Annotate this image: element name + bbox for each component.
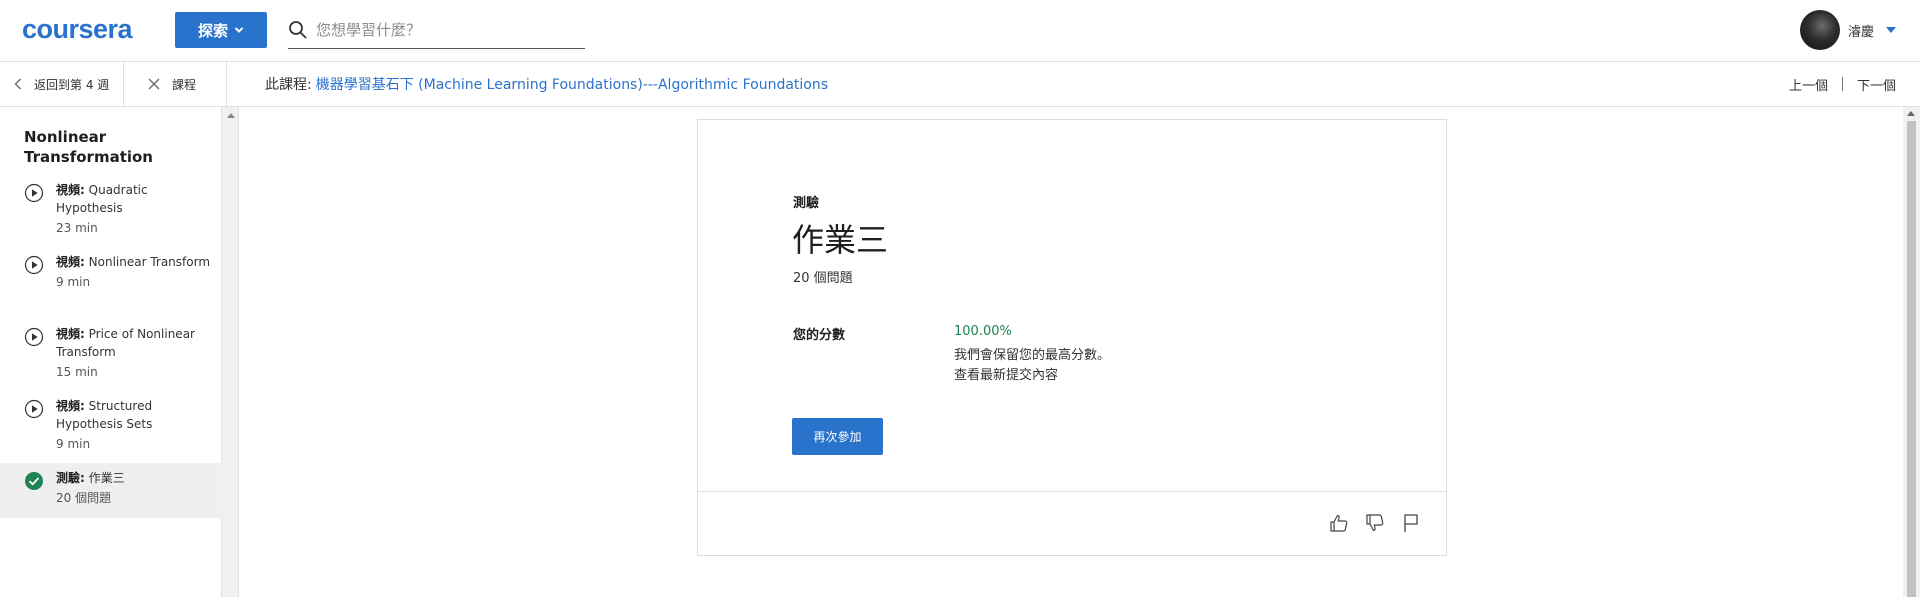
- previous-item-link[interactable]: 上一個: [1789, 75, 1828, 94]
- caret-down-icon: [1886, 27, 1896, 33]
- item-title: Nonlinear Transform: [88, 255, 211, 269]
- explore-button[interactable]: 探索: [175, 12, 267, 48]
- flag-icon[interactable]: [1400, 512, 1422, 534]
- module-sidebar: Nonlinear Transformation 視頻: Quadratic H…: [0, 107, 222, 597]
- avatar[interactable]: [1799, 10, 1840, 50]
- back-to-week-button[interactable]: 返回到第 4 週: [0, 62, 124, 106]
- pager: 上一個 下一個: [1789, 62, 1896, 106]
- pager-divider: [1841, 77, 1843, 91]
- score-note: 我們會保留您的最高分數。: [954, 348, 1111, 363]
- thumbs-down-icon[interactable]: [1364, 512, 1386, 534]
- item-meta: 15 min: [56, 365, 98, 379]
- scroll-up-arrow-icon[interactable]: [1907, 111, 1915, 116]
- quiz-title: 作業三: [792, 221, 889, 259]
- user-menu[interactable]: 濬慶: [1799, 9, 1896, 51]
- close-label: 課程: [172, 77, 197, 92]
- item-kind: 視頻:: [56, 327, 85, 341]
- sidebar-item-price-of-nonlinear-transform[interactable]: 視頻: Price of Nonlinear Transform 15 min: [0, 319, 222, 391]
- feedback-actions: [1328, 512, 1422, 534]
- play-circle-icon: [24, 399, 44, 419]
- thumbs-up-icon[interactable]: [1328, 512, 1350, 534]
- play-circle-icon: [24, 183, 44, 203]
- view-submission-link[interactable]: 查看最新提交內容: [954, 364, 1058, 383]
- coursera-logo[interactable]: coursera: [22, 14, 133, 44]
- module-item-list: 視頻: Quadratic Hypothesis 23 min 視頻: Nonl…: [0, 175, 222, 518]
- next-item-link[interactable]: 下一個: [1857, 75, 1896, 94]
- play-circle-icon: [24, 327, 44, 347]
- sidebar-scrollbar[interactable]: [222, 107, 239, 597]
- sidebar-item-quadratic-hypothesis[interactable]: 視頻: Quadratic Hypothesis 23 min: [0, 175, 222, 247]
- course-prefix: 此課程:: [265, 77, 312, 93]
- quiz-card: 測驗 作業三 20 個問題 您的分數 100.00% 我們會保留您的最高分數。 …: [697, 119, 1447, 556]
- item-kind: 測驗:: [56, 471, 85, 485]
- sidebar-item-quiz-homework-3[interactable]: 測驗: 作業三 20 個問題: [0, 463, 222, 518]
- score-label: 您的分數: [793, 328, 846, 343]
- sidebar-item-nonlinear-transform[interactable]: 視頻: Nonlinear Transform 9 min: [0, 247, 222, 319]
- retake-quiz-button[interactable]: 再次參加: [792, 418, 883, 455]
- item-type-label: 測驗: [793, 196, 820, 211]
- course-subnav: 返回到第 4 週 課程 此課程: 機器學習基石下 (Machine Learni…: [0, 62, 1920, 107]
- explore-label: 探索: [197, 21, 228, 40]
- item-title: 作業三: [88, 471, 125, 485]
- play-circle-icon: [24, 255, 44, 275]
- scroll-up-arrow-icon[interactable]: [227, 113, 235, 118]
- check-circle-icon: [25, 472, 43, 490]
- item-meta: 23 min: [56, 221, 98, 235]
- chevron-left-icon: [14, 78, 21, 90]
- chevron-down-icon: [234, 27, 244, 33]
- close-course-button[interactable]: 課程: [124, 62, 227, 106]
- item-kind: 視頻:: [56, 255, 85, 269]
- item-kind: 視頻:: [56, 399, 85, 413]
- question-count: 20 個問題: [793, 271, 853, 286]
- search-input[interactable]: [316, 21, 576, 39]
- item-kind: 視頻:: [56, 183, 85, 197]
- course-breadcrumb: 此課程: 機器學習基石下 (Machine Learning Foundatio…: [265, 62, 828, 106]
- close-icon: [148, 78, 160, 90]
- main-content: 測驗 作業三 20 個問題 您的分數 100.00% 我們會保留您的最高分數。 …: [240, 107, 1900, 597]
- main-scrollbar[interactable]: [1903, 107, 1920, 597]
- back-label: 返回到第 4 週: [34, 77, 110, 92]
- search-bar: [288, 12, 585, 49]
- score-value: 100.00%: [954, 324, 1012, 339]
- user-name: 濬慶: [1847, 24, 1874, 40]
- scrollbar-thumb[interactable]: [1907, 121, 1916, 597]
- card-divider: [698, 491, 1446, 492]
- item-meta: 20 個問題: [56, 491, 112, 505]
- item-meta: 9 min: [56, 437, 91, 451]
- item-meta: 9 min: [56, 275, 91, 289]
- sidebar-item-structured-hypothesis-sets[interactable]: 視頻: Structured Hypothesis Sets 9 min: [0, 391, 222, 463]
- search-icon[interactable]: [288, 20, 308, 40]
- top-header: coursera 探索 濬慶: [0, 0, 1920, 62]
- module-title: Nonlinear Transformation: [24, 128, 153, 166]
- course-link[interactable]: 機器學習基石下 (Machine Learning Foundations)--…: [316, 74, 828, 94]
